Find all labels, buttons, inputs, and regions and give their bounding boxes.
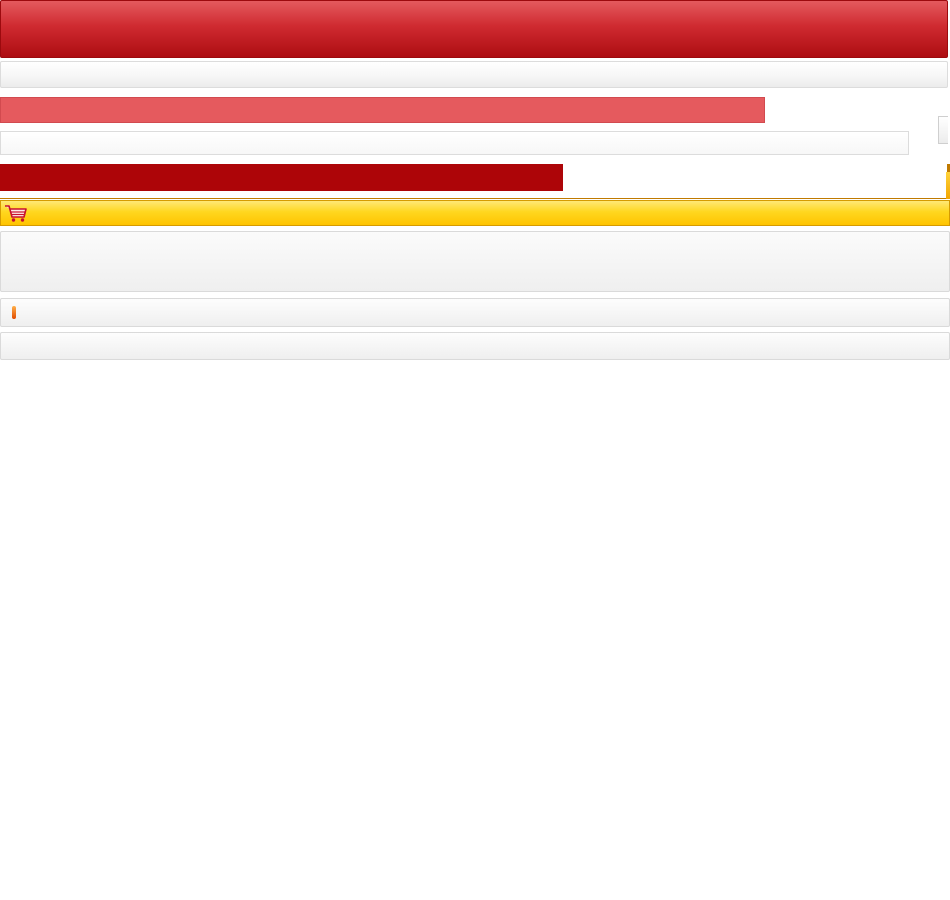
section-header-row — [0, 164, 950, 199]
promo-banner — [0, 97, 765, 123]
footer-row — [0, 332, 950, 360]
section-title-bar — [0, 164, 563, 191]
side-tab[interactable] — [938, 116, 948, 144]
list-item[interactable] — [0, 298, 950, 327]
search-input[interactable] — [0, 131, 909, 155]
navigation-bar[interactable] — [0, 61, 948, 88]
orange-marker-icon — [12, 306, 16, 319]
content-panel — [0, 231, 950, 292]
site-header — [0, 0, 948, 58]
shopping-cart-icon[interactable] — [4, 203, 28, 223]
section-cap — [946, 172, 950, 199]
cart-bar[interactable] — [0, 200, 950, 226]
page — [0, 0, 950, 900]
